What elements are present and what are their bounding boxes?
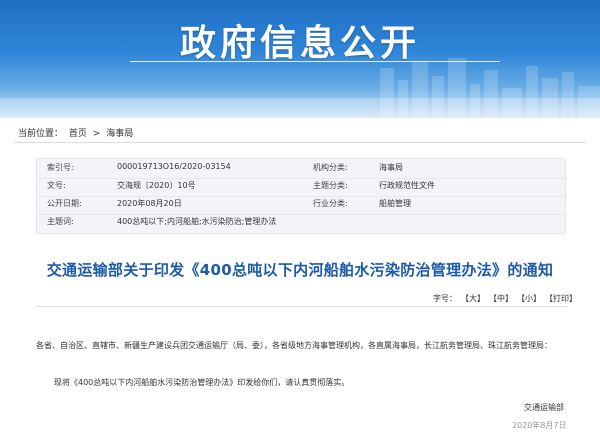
document-info-table: 索引号: 000019713O16/2020-03154 机构分类: 海事局 文… <box>36 158 567 235</box>
font-size-toolbar: 字号： 【大】 【中】 【小】 【打印】 <box>433 293 577 304</box>
body-recipients: 各省、自治区、直辖市、新疆生产建设兵团交通运输厅（局、委），各省级地方海事管理机… <box>36 341 552 350</box>
info-row-divider <box>37 196 567 197</box>
issue-date: 2020年8月7日 <box>512 421 567 430</box>
breadcrumb-home-link[interactable]: 首页 <box>69 129 87 139</box>
banner-underline <box>130 61 500 62</box>
city-skyline-illustration <box>0 58 600 118</box>
breadcrumb-current-link[interactable]: 海事局 <box>106 129 133 139</box>
info-label: 主题分类: <box>313 181 348 190</box>
breadcrumb-prefix: 当前位置： <box>18 129 64 139</box>
toolbar-divider <box>36 306 568 307</box>
info-value: 海事局 <box>379 163 403 172</box>
font-size-large-button[interactable]: 【大】 <box>461 293 485 304</box>
info-value: 400总吨以下;内河船舶;水污染防治;管理办法 <box>117 217 277 226</box>
document-title: 交通运输部关于印发《400总吨以下内河船舶水污染防治管理办法》的通知 <box>46 261 554 279</box>
info-row-divider <box>37 178 567 179</box>
info-label: 索引号: <box>47 163 74 172</box>
info-row-keywords: 主题词: 400总吨以下;内河船舶;水污染防治;管理办法 <box>37 216 567 235</box>
info-label: 公开日期: <box>47 199 82 208</box>
print-button[interactable]: 【打印】 <box>545 293 577 304</box>
info-value: 2020年08月20日 <box>117 199 182 208</box>
info-row-divider <box>37 214 567 215</box>
font-size-label: 字号： <box>433 294 457 303</box>
breadcrumb-separator: > <box>92 129 101 139</box>
info-value: 000019713O16/2020-03154 <box>117 162 231 171</box>
info-label: 机构分类: <box>313 163 348 172</box>
font-size-medium-button[interactable]: 【中】 <box>489 293 513 304</box>
info-label: 行业分类: <box>313 199 348 208</box>
signature: 交通运输部 <box>524 403 564 412</box>
banner-title: 政府信息公开 <box>179 23 420 64</box>
breadcrumb: 当前位置： 首页 > 海事局 <box>18 126 136 139</box>
header-banner: 政府信息公开 <box>0 0 600 118</box>
info-value: 交海规〔2020〕10号 <box>117 181 196 190</box>
breadcrumb-divider <box>14 142 586 143</box>
info-value: 行政规范性文件 <box>379 181 435 190</box>
info-label: 主题词: <box>47 217 74 226</box>
info-value: 船舶管理 <box>379 199 411 208</box>
font-size-small-button[interactable]: 【小】 <box>517 293 541 304</box>
info-label: 文号: <box>47 181 66 190</box>
body-paragraph: 现将《400总吨以下内河船舶水污染防治管理办法》印发给你们，请认真贯彻落实。 <box>54 378 350 387</box>
